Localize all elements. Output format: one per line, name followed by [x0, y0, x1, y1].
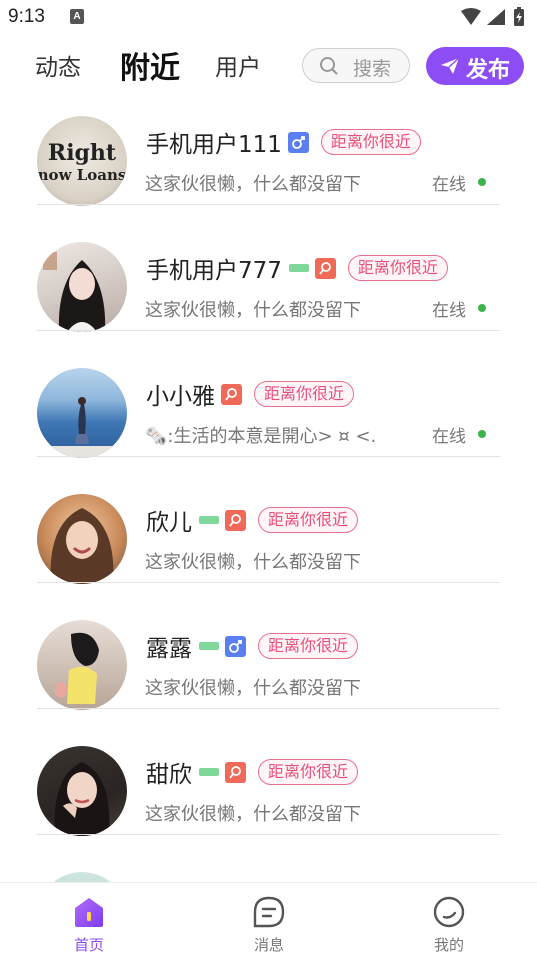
male-icon: [225, 635, 246, 657]
status-bar: 9:13 A: [0, 0, 537, 34]
status-icons: [459, 7, 529, 27]
nav-home-label: 首页: [73, 936, 104, 954]
user-name: 欣儿: [146, 510, 192, 536]
bottom-nav: 首页 消息 我的: [0, 882, 537, 958]
name-row: 欣儿 距离你很近: [146, 506, 359, 536]
male-icon: [287, 131, 309, 153]
status-time: 9:13: [8, 6, 45, 27]
nav-messages[interactable]: 消息: [209, 883, 329, 958]
avatar-logo-line1: Right: [48, 140, 117, 166]
divider: [37, 708, 500, 709]
avatar[interactable]: [37, 620, 127, 710]
tab-dynamic[interactable]: 动态: [35, 48, 81, 82]
vip-badge-icon: [199, 642, 219, 650]
avatar-logo-line2: now Loans: [38, 166, 127, 184]
name-row: 露露 距离你很近: [146, 632, 359, 662]
user-bio: 🗞️:生活的本意是開心> ¤ <.: [145, 426, 377, 447]
user-bio: 这家伙很懒，什么都没留下: [145, 552, 361, 573]
tab-nearby-label: 附近: [120, 51, 180, 86]
distance-tag: 距离你很近: [258, 507, 359, 533]
nearby-user-list: Right now Loans 手机用户111 距离你很近 这家伙很懒，什么都没…: [0, 96, 537, 958]
vip-badge-icon: [199, 516, 219, 524]
user-name: 小小雅: [146, 384, 215, 410]
name-row: 甜欣 距离你很近: [146, 758, 359, 788]
distance-tag: 距离你很近: [347, 255, 448, 281]
name-row: 小小雅 距离你很近: [146, 380, 355, 410]
message-icon: [252, 895, 286, 933]
user-bio: 这家伙很懒，什么都没留下: [145, 804, 361, 825]
online-status: 在线: [432, 301, 466, 321]
distance-tag: 距离你很近: [254, 381, 355, 407]
tab-users[interactable]: 用户: [215, 48, 261, 82]
nav-profile-label: 我的: [433, 936, 464, 954]
online-dot-icon: [478, 178, 486, 186]
name-row: 手机用户111 距离你很近: [146, 128, 421, 158]
divider: [37, 204, 500, 205]
battery-icon: [514, 7, 524, 26]
divider: [37, 834, 500, 835]
distance-tag: 距离你很近: [258, 759, 359, 785]
nav-messages-label: 消息: [253, 936, 284, 954]
wifi-icon: [461, 8, 481, 25]
nav-profile[interactable]: 我的: [389, 883, 509, 958]
avatar[interactable]: [37, 746, 127, 836]
publish-label: 发布: [466, 58, 511, 83]
list-item[interactable]: 手机用户777 距离你很近 这家伙很懒，什么都没留下 在线: [0, 222, 537, 348]
send-icon: [440, 57, 460, 79]
list-item[interactable]: 露露 距离你很近 这家伙很懒，什么都没留下: [0, 600, 537, 726]
search-icon: [319, 56, 339, 80]
tab-nearby[interactable]: 附近: [120, 43, 180, 87]
user-name: 手机用户111: [146, 132, 282, 158]
avatar[interactable]: [37, 242, 127, 332]
avatar[interactable]: [37, 368, 127, 458]
vip-badge-icon: [288, 264, 309, 272]
list-item[interactable]: 小小雅 距离你很近 🗞️:生活的本意是開心> ¤ <. 在线: [0, 348, 537, 474]
vip-badge-icon: [199, 768, 219, 776]
profile-icon: [432, 895, 466, 933]
divider: [37, 456, 500, 457]
user-bio: 这家伙很懒，什么都没留下: [145, 678, 361, 699]
list-item[interactable]: Right now Loans 手机用户111 距离你很近 这家伙很懒，什么都没…: [0, 96, 537, 222]
user-name: 露露: [146, 636, 192, 662]
name-row: 手机用户777 距离你很近: [146, 254, 448, 284]
user-name: 甜欣: [146, 762, 192, 788]
online-status: 在线: [432, 427, 466, 447]
list-item[interactable]: 甜欣 距离你很近 这家伙很懒，什么都没留下: [0, 726, 537, 852]
user-bio: 这家伙很懒，什么都没留下: [145, 300, 361, 321]
online-status: 在线: [432, 175, 466, 195]
user-bio: 这家伙很懒，什么都没留下: [145, 174, 361, 195]
notification-icon: A: [70, 9, 84, 24]
publish-button[interactable]: 发布: [426, 47, 524, 85]
search-input[interactable]: 搜索: [302, 48, 410, 83]
online-dot-icon: [478, 430, 486, 438]
top-nav: 动态 附近 用户 搜索 发布: [0, 34, 537, 96]
divider: [37, 330, 500, 331]
divider: [37, 582, 500, 583]
distance-tag: 距离你很近: [258, 633, 359, 659]
user-name: 手机用户777: [146, 258, 282, 284]
online-dot-icon: [478, 304, 486, 312]
distance-tag: 距离你很近: [320, 129, 421, 155]
female-icon: [225, 761, 246, 783]
search-placeholder: 搜索: [353, 58, 392, 80]
female-icon: [314, 257, 336, 279]
female-icon: [221, 383, 242, 405]
female-icon: [225, 509, 246, 531]
signal-icon: [487, 9, 505, 25]
list-item[interactable]: 欣儿 距离你很近 这家伙很懒，什么都没留下: [0, 474, 537, 600]
nav-home[interactable]: 首页: [29, 883, 149, 958]
avatar[interactable]: [37, 494, 127, 584]
home-icon: [72, 895, 106, 933]
avatar[interactable]: Right now Loans: [37, 116, 127, 206]
